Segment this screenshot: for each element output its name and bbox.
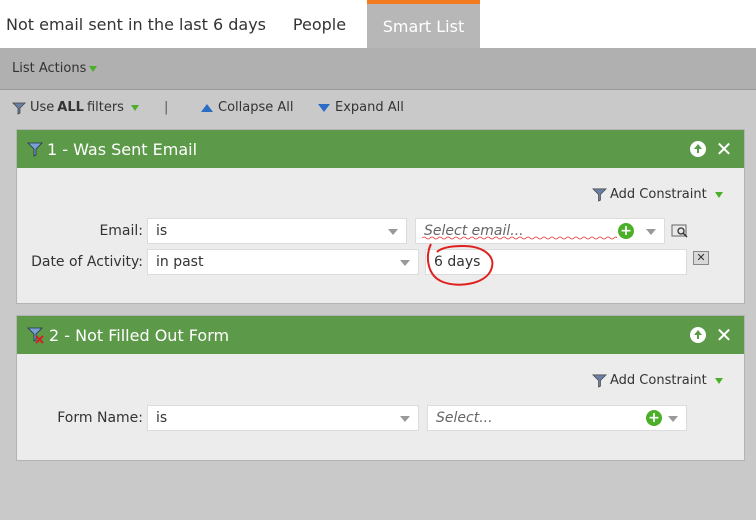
- tab-smart-list[interactable]: Smart List: [367, 0, 480, 48]
- tab-list-name[interactable]: Not email sent in the last 6 days: [0, 0, 272, 48]
- move-up-icon[interactable]: [689, 140, 707, 158]
- date-operator-select[interactable]: in past: [147, 249, 419, 275]
- chevron-down-icon: [714, 377, 723, 384]
- filter-panel-not-filled-out-form: 2 - Not Filled Out Form ✕ Add Constraint…: [16, 315, 745, 461]
- negated-filter-icon: [27, 326, 45, 344]
- filter-title: 2 - Not Filled Out Form: [49, 325, 230, 345]
- collapse-all-button[interactable]: Collapse All: [201, 100, 294, 115]
- email-label: Email:: [99, 223, 143, 239]
- operator-value: is: [156, 223, 168, 239]
- add-constraint-button[interactable]: Add Constraint: [592, 373, 723, 388]
- chevron-down-icon: [646, 229, 656, 235]
- funnel-icon: [12, 102, 26, 115]
- expand-all-button[interactable]: Expand All: [318, 100, 404, 115]
- annotation-circle: [426, 243, 494, 286]
- add-icon[interactable]: +: [646, 410, 662, 426]
- list-actions-bar: List Actions: [0, 48, 756, 90]
- operator-value: is: [156, 410, 168, 426]
- filters-toolbar: Use ALL filters | Collapse All Expand Al…: [0, 91, 756, 125]
- form-placeholder: Select...: [436, 410, 493, 426]
- clear-value-icon[interactable]: ✕: [693, 251, 709, 265]
- all-label: ALL: [57, 100, 84, 115]
- add-constraint-label: Add Constraint: [610, 187, 707, 202]
- collapse-all-label: Collapse All: [218, 100, 294, 115]
- operator-value: in past: [156, 254, 204, 270]
- browse-icon[interactable]: [671, 223, 689, 239]
- collapse-icon: [201, 103, 213, 112]
- filter-header: 1 - Was Sent Email ✕: [17, 130, 744, 168]
- chevron-down-icon: [714, 191, 723, 198]
- tab-people[interactable]: People: [272, 0, 367, 48]
- email-operator-select[interactable]: is: [147, 218, 407, 244]
- toolbar-separator: |: [164, 100, 169, 115]
- add-icon[interactable]: +: [618, 223, 634, 239]
- form-name-label: Form Name:: [57, 410, 143, 426]
- filter-panel-was-sent-email: 1 - Was Sent Email ✕ Add Constraint Emai…: [16, 129, 745, 304]
- form-value-select[interactable]: Select... +: [427, 405, 687, 431]
- use-all-filters-button[interactable]: Use ALL filters: [12, 100, 139, 115]
- expand-all-label: Expand All: [335, 100, 404, 115]
- close-icon[interactable]: ✕: [715, 139, 733, 159]
- funnel-icon: [592, 374, 607, 388]
- funnel-icon: [592, 188, 607, 202]
- chevron-down-icon: [668, 416, 678, 422]
- chevron-down-icon: [400, 260, 410, 266]
- list-actions-label: List Actions: [12, 61, 87, 76]
- filter-header: 2 - Not Filled Out Form ✕: [17, 316, 744, 354]
- filter-funnel-icon: [27, 141, 43, 157]
- chevron-down-icon: [388, 229, 398, 235]
- move-up-icon[interactable]: [689, 326, 707, 344]
- close-icon[interactable]: ✕: [715, 325, 733, 345]
- add-constraint-button[interactable]: Add Constraint: [592, 187, 723, 202]
- filters-label: filters: [86, 100, 124, 115]
- use-label: Use: [30, 100, 55, 115]
- tab-bar: Not email sent in the last 6 days People…: [0, 0, 756, 48]
- list-actions-button[interactable]: List Actions: [12, 61, 98, 76]
- chevron-down-icon: [130, 104, 139, 111]
- date-of-activity-label: Date of Activity:: [31, 254, 143, 270]
- chevron-down-icon: [89, 65, 98, 72]
- form-operator-select[interactable]: is: [147, 405, 419, 431]
- add-constraint-label: Add Constraint: [610, 373, 707, 388]
- chevron-down-icon: [400, 416, 410, 422]
- expand-icon: [318, 103, 330, 112]
- filter-title: 1 - Was Sent Email: [47, 139, 198, 159]
